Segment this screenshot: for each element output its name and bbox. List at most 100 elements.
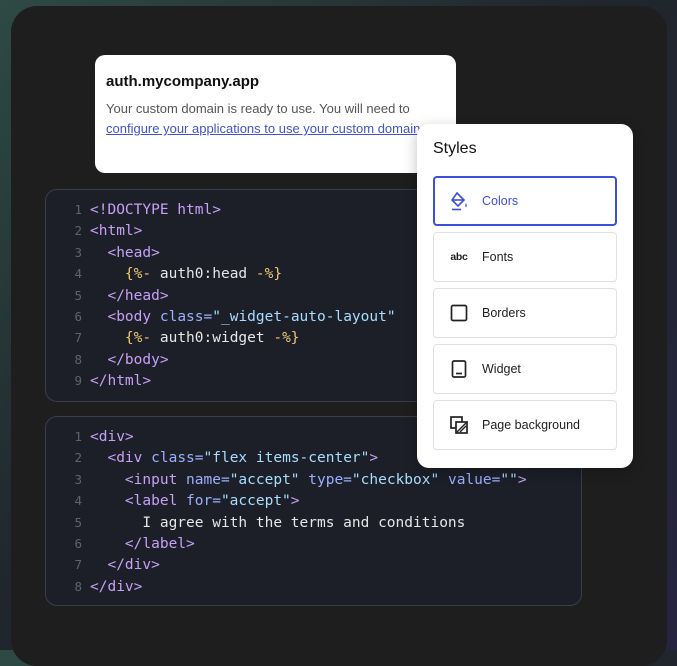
styles-option-label: Page background bbox=[482, 418, 580, 432]
code-token: class= bbox=[151, 450, 204, 467]
code-line: 7 {%- auth0:widget -%} bbox=[46, 327, 299, 348]
styles-title: Styles bbox=[433, 140, 477, 157]
code-line: 1 <!DOCTYPE html> bbox=[46, 199, 221, 220]
domain-description-text: Your custom domain is ready to use. You … bbox=[106, 101, 410, 116]
code-line: 4 {%- auth0:head -%} bbox=[46, 263, 282, 284]
code-line: 1 <div> bbox=[46, 426, 134, 447]
code-token: "accept" bbox=[220, 493, 291, 510]
styles-option-fonts[interactable]: abc Fonts bbox=[433, 232, 617, 282]
line-number: 5 bbox=[74, 287, 82, 303]
code-token: -%} bbox=[255, 266, 283, 283]
code-line: 4 <label for="accept"> bbox=[46, 490, 300, 511]
code-token: </html> bbox=[90, 373, 152, 390]
code-token: <div bbox=[107, 450, 152, 467]
line-number: 6 bbox=[74, 536, 82, 551]
code-line: 7 </div> bbox=[46, 554, 160, 575]
domain-description: Your custom domain is ready to use. You … bbox=[106, 99, 444, 139]
styles-option-widget[interactable]: Widget bbox=[433, 344, 617, 394]
styles-option-borders[interactable]: Borders bbox=[433, 288, 617, 338]
line-number: 6 bbox=[74, 309, 82, 324]
page-background-icon bbox=[448, 414, 470, 436]
code-token: name= bbox=[186, 471, 230, 488]
widget-frame-icon bbox=[448, 358, 470, 380]
code-token: "" bbox=[500, 471, 518, 488]
code-token: <html> bbox=[90, 223, 143, 240]
code-line: 5 </head> bbox=[46, 285, 169, 306]
code-token: <div> bbox=[90, 429, 134, 445]
code-token: class= bbox=[159, 309, 213, 325]
line-number: 1 bbox=[74, 202, 82, 217]
code-token: > bbox=[290, 493, 300, 510]
code-token: </body> bbox=[107, 351, 169, 368]
line-number: 9 bbox=[74, 373, 82, 389]
code-token: </div> bbox=[90, 578, 143, 595]
configure-applications-link[interactable]: configure your applications to use your … bbox=[106, 121, 420, 136]
code-line: 6 </label> bbox=[46, 533, 195, 554]
code-token: </div> bbox=[107, 557, 160, 574]
code-token: "_widget-auto-layout" bbox=[212, 309, 396, 325]
code-token: value= bbox=[447, 471, 501, 488]
paint-bucket-icon bbox=[448, 190, 470, 212]
code-line: 2 <div class="flex items-center"> bbox=[46, 447, 378, 468]
code-token: </label> bbox=[124, 536, 195, 552]
styles-panel: Styles Colors abc Fonts Borders Widget P… bbox=[417, 124, 633, 468]
code-token: {%- bbox=[124, 330, 152, 347]
code-token: <!DOCTYPE html> bbox=[90, 202, 221, 218]
code-token: </head> bbox=[107, 287, 169, 304]
code-token: <input bbox=[124, 471, 187, 488]
code-line: 3 <head> bbox=[46, 242, 160, 263]
line-number: 3 bbox=[74, 244, 82, 260]
code-token: "checkbox" bbox=[351, 471, 440, 488]
line-number: 4 bbox=[74, 266, 82, 282]
code-line: 3 <input name="accept" type="checkbox" v… bbox=[46, 469, 527, 490]
abc-icon-glyph: abc bbox=[450, 251, 468, 263]
code-token: type= bbox=[308, 471, 352, 488]
line-number: 8 bbox=[74, 578, 82, 594]
code-token: for= bbox=[186, 493, 221, 510]
line-number: 4 bbox=[74, 493, 82, 509]
code-line: 6 <body class="_widget-auto-layout" bbox=[46, 306, 396, 327]
code-line: 9 </html> bbox=[46, 370, 151, 391]
code-block-page-template: 1 <!DOCTYPE html> 2 <html> 3 <head> 4 {%- aut… bbox=[45, 189, 445, 402]
code-token: <head> bbox=[107, 244, 160, 261]
line-number: 7 bbox=[74, 557, 82, 573]
styles-option-label: Colors bbox=[482, 194, 519, 208]
line-number: 8 bbox=[74, 351, 82, 367]
abc-icon: abc bbox=[448, 246, 470, 268]
styles-option-label: Fonts bbox=[482, 250, 514, 264]
code-token: I agree with the terms and conditions bbox=[90, 514, 466, 531]
line-number: 7 bbox=[74, 330, 82, 346]
code-token: {%- bbox=[124, 266, 152, 283]
square-outline-icon bbox=[448, 302, 470, 324]
line-number: 1 bbox=[74, 429, 82, 444]
code-token: "accept" bbox=[229, 471, 300, 488]
code-token: > bbox=[517, 471, 527, 488]
code-token: <body bbox=[107, 309, 160, 325]
line-number: 5 bbox=[74, 514, 82, 530]
domain-title: auth.mycompany.app bbox=[106, 73, 260, 90]
code-token: <label bbox=[124, 493, 187, 510]
code-line: 8 </body> bbox=[46, 349, 169, 370]
styles-option-page-background[interactable]: Page background bbox=[433, 400, 617, 450]
custom-domain-popup: auth.mycompany.app Your custom domain is… bbox=[95, 55, 456, 173]
line-number: 3 bbox=[74, 471, 82, 487]
styles-option-colors[interactable]: Colors bbox=[433, 176, 617, 226]
code-line: 5 I agree with the terms and conditions bbox=[46, 512, 465, 533]
styles-option-label: Widget bbox=[482, 362, 521, 376]
code-token: > bbox=[369, 450, 379, 467]
code-token: auth0:widget bbox=[151, 330, 274, 347]
code-line: 2 <html> bbox=[46, 220, 142, 241]
code-token: "flex items-center" bbox=[203, 450, 370, 467]
